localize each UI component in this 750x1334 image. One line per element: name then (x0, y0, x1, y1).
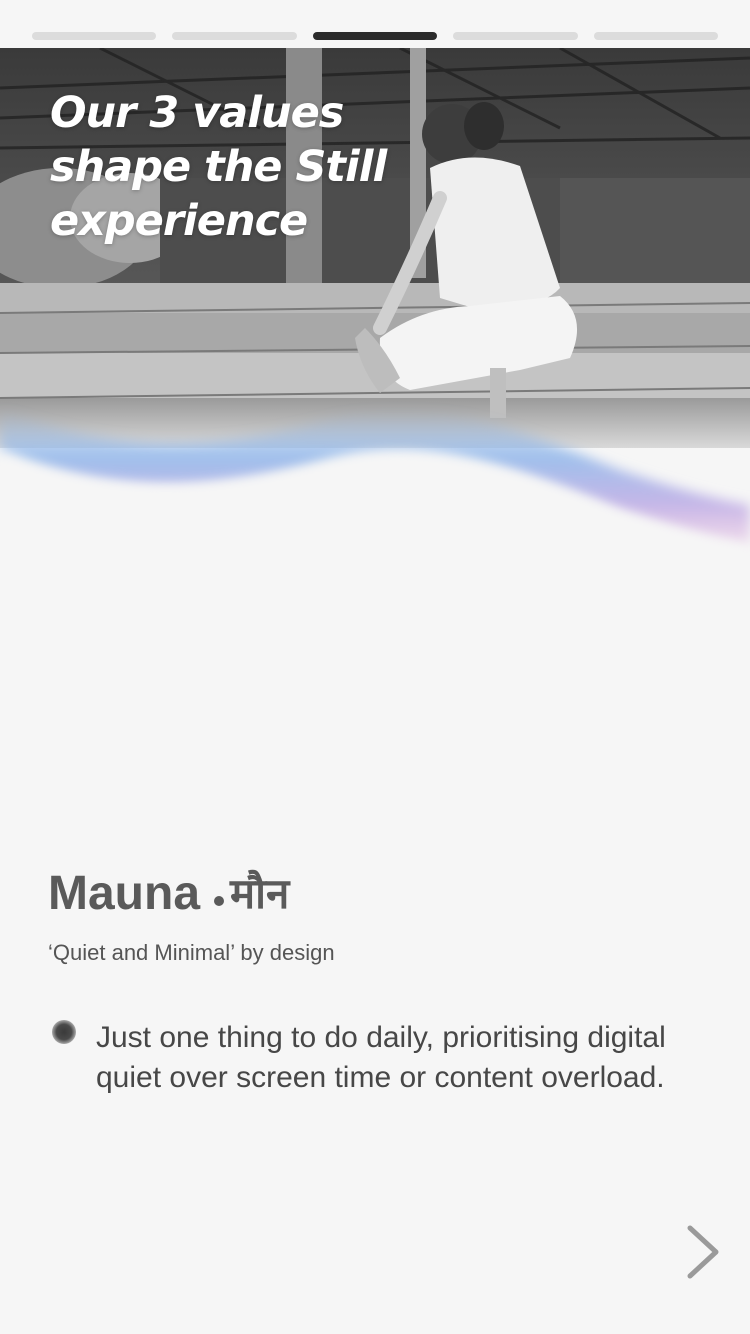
value-title-hindi: मौन (230, 869, 290, 918)
value-description: Just one thing to do daily, prioritising… (96, 1021, 666, 1094)
story-progress-bar (32, 32, 719, 40)
headline-bold: 3 values (149, 88, 344, 138)
next-button[interactable] (672, 1218, 732, 1286)
value-tagline: ‘Quiet and Minimal’ by design (48, 940, 335, 965)
progress-segment-1 (32, 32, 157, 40)
progress-segment-4 (453, 32, 578, 40)
chevron-right-icon (687, 1225, 719, 1279)
value-title-row: Mauna मौन (48, 862, 289, 926)
progress-segment-5 (593, 32, 719, 40)
value-title: Mauna (48, 867, 201, 920)
progress-segment-3-active (312, 32, 438, 40)
headline-prefix: Our (50, 88, 150, 138)
hero-headline: Our 3 values shape the Still experience (50, 86, 470, 248)
bullet-dot-icon (52, 1020, 76, 1044)
headline-rest: shape the Still experience (50, 142, 387, 246)
progress-segment-2 (172, 32, 297, 40)
title-separator-dot (214, 896, 225, 906)
